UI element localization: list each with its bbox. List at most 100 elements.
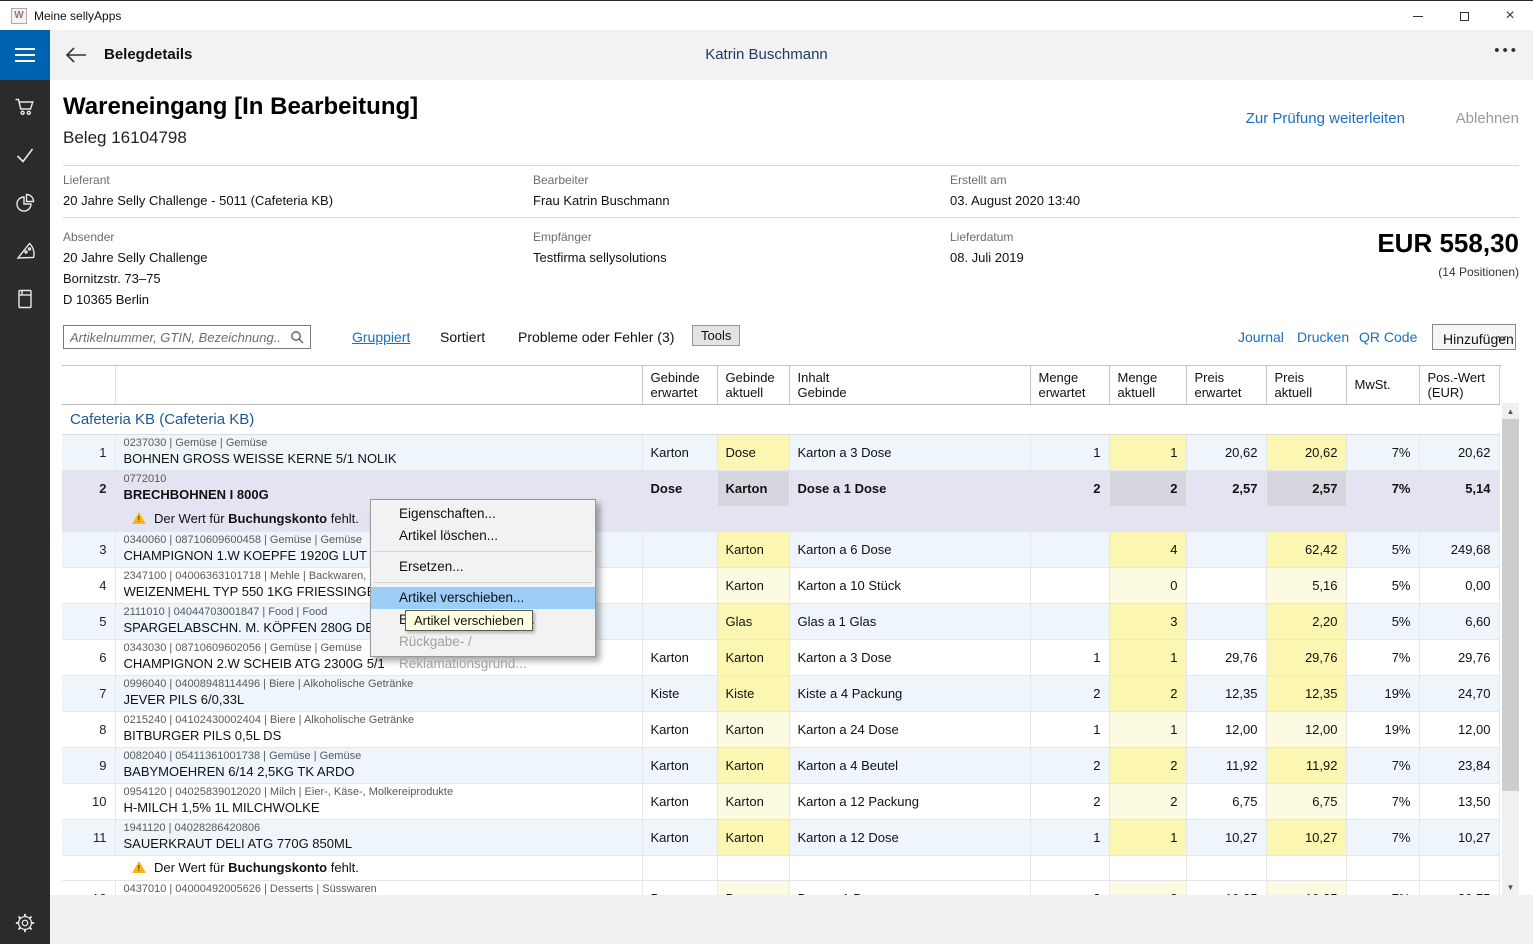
sidebar-item-cart[interactable] bbox=[0, 90, 50, 124]
table-row[interactable]: 8 0215240 | 04102430002404 | Biere | Alk… bbox=[62, 711, 1499, 747]
gebinde-aktuell-cell[interactable]: Karton bbox=[717, 531, 789, 567]
table-row[interactable]: 12 0437010 | 04000492005626 | Desserts |… bbox=[62, 880, 1499, 895]
menge-aktuell-cell[interactable]: 4 bbox=[1109, 531, 1186, 567]
minimize-button[interactable] bbox=[1395, 1, 1441, 31]
gebinde-aktuell-cell[interactable]: Karton bbox=[717, 639, 789, 675]
more-options-button[interactable]: ••• bbox=[1494, 42, 1519, 59]
gebinde-aktuell-cell[interactable]: Karton bbox=[717, 747, 789, 783]
preis-aktuell-cell[interactable]: 62,42 bbox=[1266, 531, 1346, 567]
scroll-down-arrow-icon[interactable]: ▼ bbox=[1502, 879, 1519, 895]
filter-problems[interactable]: Probleme oder Fehler (3) bbox=[518, 329, 674, 345]
menge-erwartet-cell: 1 bbox=[1030, 639, 1109, 675]
menge-aktuell-cell[interactable]: 2 bbox=[1109, 675, 1186, 711]
preis-erwartet-cell: 6,75 bbox=[1186, 783, 1266, 819]
pizza-slice-icon bbox=[13, 239, 37, 263]
preis-aktuell-cell[interactable]: 6,75 bbox=[1266, 783, 1346, 819]
search-input[interactable] bbox=[70, 327, 280, 347]
table-row[interactable]: 11 1941120 | 04028286420806SAUERKRAUT DE… bbox=[62, 819, 1499, 855]
add-button[interactable]: Hinzufügen bbox=[1432, 324, 1516, 350]
menge-aktuell-cell[interactable]: 2 bbox=[1109, 470, 1186, 506]
menu-item-eigenschaften[interactable]: Eigenschaften... bbox=[371, 503, 595, 525]
preis-erwartet-cell bbox=[1186, 603, 1266, 639]
table-row[interactable]: 7 0996040 | 04008948114496 | Biere | Alk… bbox=[62, 675, 1499, 711]
sidebar-item-food[interactable] bbox=[0, 234, 50, 268]
sidebar-item-approvals[interactable] bbox=[0, 138, 50, 172]
table-row[interactable]: 3 0340060 | 08710609600458 | Gemüse | Ge… bbox=[62, 531, 1499, 567]
inhalt-gebinde-cell: Kiste a 4 Packung bbox=[789, 675, 1030, 711]
scrollbar-thumb[interactable] bbox=[1502, 419, 1519, 791]
gebinde-aktuell-cell[interactable]: Karton bbox=[717, 567, 789, 603]
gebinde-erwartet-cell: Dose bbox=[642, 470, 717, 506]
preis-aktuell-cell[interactable]: 10,27 bbox=[1266, 819, 1346, 855]
table-scrollbar[interactable]: ▲ ▼ bbox=[1502, 403, 1519, 895]
preis-aktuell-cell[interactable]: 2,20 bbox=[1266, 603, 1346, 639]
menu-item-artikel-loeschen[interactable]: Artikel löschen... bbox=[371, 525, 595, 547]
menge-aktuell-cell[interactable]: 0 bbox=[1109, 567, 1186, 603]
pos-wert-cell: 20,62 bbox=[1419, 434, 1499, 470]
gebinde-aktuell-cell[interactable]: Karton bbox=[717, 819, 789, 855]
preis-aktuell-cell[interactable]: 5,16 bbox=[1266, 567, 1346, 603]
menu-item-artikel-verschieben[interactable]: Artikel verschieben... bbox=[371, 587, 595, 609]
table-row[interactable]: 4 2347100 | 04006363101718 | Mehle | Bac… bbox=[62, 567, 1499, 603]
filter-grouped[interactable]: Gruppiert bbox=[352, 329, 410, 345]
menge-aktuell-cell[interactable]: 1 bbox=[1109, 434, 1186, 470]
reject-button[interactable]: Ablehnen bbox=[1456, 110, 1519, 127]
menge-aktuell-cell[interactable]: 1 bbox=[1109, 639, 1186, 675]
print-link[interactable]: Drucken bbox=[1297, 329, 1349, 345]
preis-aktuell-cell[interactable]: 10,25 bbox=[1266, 880, 1346, 895]
sidebar-item-statistics[interactable] bbox=[0, 186, 50, 220]
inhalt-gebinde-cell: Karton a 6 Dose bbox=[789, 531, 1030, 567]
menge-aktuell-cell[interactable]: 3 bbox=[1109, 603, 1186, 639]
sidebar-item-catalog[interactable] bbox=[0, 282, 50, 316]
table-row[interactable]: 1 0237030 | Gemüse | GemüseBOHNEN GROSS … bbox=[62, 434, 1499, 470]
menge-aktuell-cell[interactable]: 1 bbox=[1109, 819, 1186, 855]
gebinde-erwartet-cell: Kiste bbox=[642, 675, 717, 711]
preis-aktuell-cell[interactable]: 12,00 bbox=[1266, 711, 1346, 747]
minimize-icon bbox=[1413, 16, 1423, 17]
search-box[interactable] bbox=[63, 325, 311, 349]
article-name: SAUERKRAUT DELI ATG 770G 850ML bbox=[124, 835, 634, 852]
table-row[interactable]: 5 2111010 | 04044703001847 | Food | Food… bbox=[62, 603, 1499, 639]
sidebar-item-settings[interactable] bbox=[0, 906, 50, 940]
gebinde-aktuell-cell[interactable]: Karton bbox=[717, 470, 789, 506]
group-header-label: Cafeteria KB (Cafeteria KB) bbox=[70, 411, 254, 428]
filter-sorted[interactable]: Sortiert bbox=[440, 329, 485, 345]
gebinde-erwartet-cell: Karton bbox=[642, 434, 717, 470]
preis-aktuell-cell[interactable]: 20,62 bbox=[1266, 434, 1346, 470]
table-row[interactable]: 9 0082040 | 05411361001738 | Gemüse | Ge… bbox=[62, 747, 1499, 783]
gebinde-aktuell-cell[interactable]: Dose bbox=[717, 434, 789, 470]
menge-aktuell-cell[interactable]: 2 bbox=[1109, 747, 1186, 783]
context-menu: Eigenschaften... Artikel löschen... Erse… bbox=[370, 499, 596, 657]
tools-button[interactable]: Tools bbox=[692, 325, 740, 346]
menge-erwartet-cell bbox=[1030, 531, 1109, 567]
gebinde-aktuell-cell[interactable]: Dose bbox=[717, 880, 789, 895]
inhalt-gebinde-cell: Karton a 24 Dose bbox=[789, 711, 1030, 747]
gebinde-aktuell-cell[interactable]: Karton bbox=[717, 783, 789, 819]
journal-link[interactable]: Journal bbox=[1238, 329, 1284, 345]
gebinde-aktuell-cell[interactable]: Glas bbox=[717, 603, 789, 639]
preis-aktuell-cell[interactable]: 11,92 bbox=[1266, 747, 1346, 783]
menge-erwartet-cell bbox=[1030, 603, 1109, 639]
lieferdatum-label: Lieferdatum bbox=[950, 230, 1013, 244]
menge-aktuell-cell[interactable]: 3 bbox=[1109, 880, 1186, 895]
sidebar bbox=[0, 80, 50, 944]
menge-aktuell-cell[interactable]: 2 bbox=[1109, 783, 1186, 819]
scroll-up-arrow-icon[interactable]: ▲ bbox=[1502, 403, 1519, 419]
close-button[interactable]: × bbox=[1487, 1, 1533, 31]
menu-item-ersetzen[interactable]: Ersetzen... bbox=[371, 556, 595, 578]
table-row[interactable]: 10 0954120 | 04025839012020 | Milch | Ei… bbox=[62, 783, 1499, 819]
gebinde-aktuell-cell[interactable]: Kiste bbox=[717, 675, 789, 711]
divider bbox=[63, 165, 1519, 166]
inhalt-gebinde-cell: Karton a 10 Stück bbox=[789, 567, 1030, 603]
preis-aktuell-cell[interactable]: 29,76 bbox=[1266, 639, 1346, 675]
forward-for-review-button[interactable]: Zur Prüfung weiterleiten bbox=[1246, 110, 1405, 127]
qr-code-link[interactable]: QR Code bbox=[1359, 329, 1417, 345]
menge-aktuell-cell[interactable]: 1 bbox=[1109, 711, 1186, 747]
group-header-row[interactable]: Cafeteria KB (Cafeteria KB) bbox=[62, 404, 1499, 434]
gebinde-aktuell-cell[interactable]: Karton bbox=[717, 711, 789, 747]
preis-aktuell-cell[interactable]: 12,35 bbox=[1266, 675, 1346, 711]
maximize-button[interactable] bbox=[1441, 1, 1487, 31]
table-row[interactable]: 2 0772010BRECHBOHNEN I 800G Dose Karton … bbox=[62, 470, 1499, 506]
table-row[interactable]: 6 0343030 | 08710609602056 | Gemüse | Ge… bbox=[62, 639, 1499, 675]
preis-aktuell-cell[interactable]: 2,57 bbox=[1266, 470, 1346, 506]
